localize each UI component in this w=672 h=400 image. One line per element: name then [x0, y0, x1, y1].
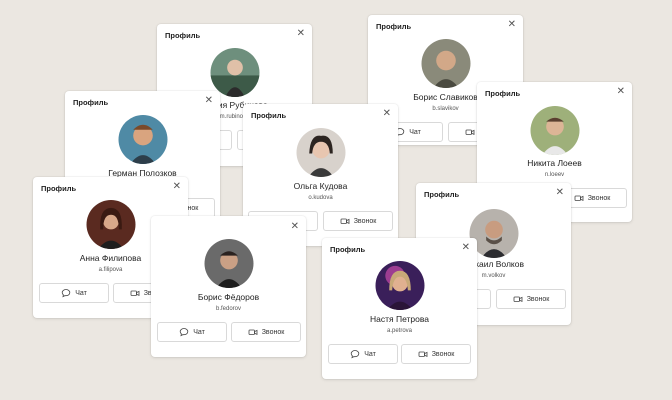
call-button[interactable]: Звонок	[231, 322, 301, 342]
dialog-title: Профиль	[165, 31, 201, 40]
video-camera-icon	[465, 127, 475, 137]
call-label: Звонок	[261, 328, 285, 336]
call-button[interactable]: Звонок	[401, 344, 471, 364]
profile-login: a.petrova	[386, 328, 413, 334]
profile-login: n.loeev	[544, 172, 565, 178]
avatar	[296, 128, 345, 177]
avatar	[86, 200, 135, 249]
chat-bubble-icon	[350, 349, 360, 359]
call-label: Звонок	[431, 350, 455, 358]
profile-card-boris-fedorov: ✕ Борис Фёдоров b.fedorov Чат Звонок	[151, 216, 306, 357]
close-icon[interactable]: ✕	[383, 108, 391, 120]
chat-button[interactable]: Чат	[39, 283, 109, 303]
chat-button[interactable]: Чат	[157, 322, 227, 342]
chat-button[interactable]: Чат	[328, 344, 398, 364]
video-camera-icon	[248, 327, 258, 337]
close-icon[interactable]: ✕	[205, 95, 213, 107]
dialog-title: Профиль	[41, 184, 77, 193]
call-label: Звонок	[353, 217, 377, 225]
profile-login: b.fedorov	[215, 306, 242, 312]
video-camera-icon	[130, 288, 140, 298]
close-icon[interactable]: ✕	[173, 181, 181, 193]
avatar	[204, 239, 253, 288]
chat-bubble-icon	[61, 288, 71, 298]
close-icon[interactable]: ✕	[291, 221, 299, 233]
dialog-title: Профиль	[251, 111, 287, 120]
video-camera-icon	[340, 216, 350, 226]
call-button[interactable]: Звонок	[496, 289, 566, 309]
close-icon[interactable]: ✕	[617, 86, 625, 98]
dialog-title: Профиль	[485, 89, 521, 98]
profile-card-nastya: Профиль ✕ Настя Петрова a.petrova Чат Зв…	[322, 238, 477, 379]
chat-label: Чат	[364, 350, 376, 358]
chat-bubble-icon	[179, 327, 189, 337]
call-label: Звонок	[587, 194, 611, 202]
avatar	[118, 115, 167, 164]
profile-name: Никита Лоеев	[527, 158, 582, 168]
avatar	[421, 39, 470, 88]
call-label: Звонок	[526, 295, 550, 303]
video-camera-icon	[574, 193, 584, 203]
close-icon[interactable]: ✕	[508, 19, 516, 31]
chat-label: Чат	[75, 289, 87, 297]
video-camera-icon	[418, 349, 428, 359]
dialog-title: Профиль	[73, 98, 109, 107]
video-camera-icon	[513, 294, 523, 304]
avatar	[375, 261, 424, 310]
close-icon[interactable]: ✕	[556, 187, 564, 199]
close-icon[interactable]: ✕	[297, 28, 305, 40]
chat-label: Чат	[409, 128, 421, 136]
profile-name: Борис Фёдоров	[197, 292, 260, 302]
profile-name: Настя Петрова	[369, 314, 430, 324]
avatar	[530, 106, 579, 155]
close-icon[interactable]: ✕	[462, 242, 470, 254]
profile-login: o.kudova	[308, 195, 333, 201]
avatar	[210, 48, 259, 97]
chat-label: Чат	[193, 328, 205, 336]
call-button[interactable]: Звонок	[323, 211, 393, 231]
dialog-title: Профиль	[376, 22, 412, 31]
dialog-title: Профиль	[424, 190, 460, 199]
profile-name: Ольга Кудова	[293, 181, 348, 191]
dialog-title: Профиль	[330, 245, 366, 254]
